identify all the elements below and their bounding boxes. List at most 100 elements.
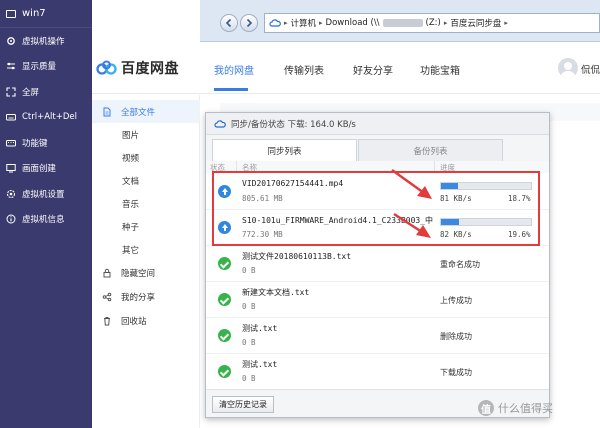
- check-icon: [218, 329, 231, 342]
- vm-menu-label: 虚拟机设置: [22, 189, 65, 200]
- baidu-logo[interactable]: 百度网盘: [96, 58, 179, 78]
- address-bar[interactable]: ▸ 计算机 ▸ Download (\\ (Z:) ▸ 百度云同步盘 ▸: [264, 13, 600, 33]
- arrow-right-icon: [246, 18, 253, 28]
- keyboard-icon: [5, 137, 16, 148]
- check-icon: [218, 257, 231, 270]
- vm-menu-fullscreen[interactable]: 全屏: [0, 79, 92, 105]
- cloud-sync-icon: [214, 119, 226, 128]
- tab-backup-list[interactable]: 备份列表: [358, 139, 503, 161]
- breadcrumb-separator: ▸: [504, 19, 508, 27]
- baidu-cloud-logo-icon: [96, 60, 117, 75]
- vm-title-bar: win7: [0, 0, 92, 28]
- vm-menu-function-keys[interactable]: 功能键: [0, 130, 92, 156]
- watermark: 值 什么值得买: [478, 400, 553, 416]
- explorer-window: ▸ 计算机 ▸ Download (\\ (Z:) ▸ 百度云同步盘 ▸: [200, 0, 600, 42]
- transfer-status: 上传成功: [440, 296, 472, 305]
- gear-icon: [5, 35, 16, 46]
- sidebar-item-my-shares[interactable]: 我的分享: [92, 285, 200, 308]
- transfer-row[interactable]: 测试.txt 0 B 下载成功: [206, 354, 549, 390]
- vm-menu-ctrl-alt-del[interactable]: Ctrl+Alt+Del: [0, 105, 92, 131]
- transfer-row[interactable]: 新建文本文档.txt 0 B 上传成功: [206, 282, 549, 318]
- arrow-left-icon: [225, 18, 232, 28]
- sidebar-item-label: 全部文件: [121, 107, 156, 118]
- vm-menu-vm-info[interactable]: 虚拟机信息: [0, 207, 92, 233]
- dialog-tabs: 同步列表 备份列表: [206, 135, 549, 162]
- vm-side-panel: win7 虚拟机操作 显示质量 全屏 Ctrl+Alt+Del 功能键 画面创建…: [0, 0, 92, 428]
- vm-menu-label: 显示质量: [22, 62, 57, 73]
- tab-sync-list[interactable]: 同步列表: [212, 139, 357, 162]
- check-icon: [218, 365, 231, 378]
- file-icon: [102, 107, 112, 117]
- sidebar-item-images[interactable]: 图片: [92, 123, 200, 146]
- file-name: 新建文本文档.txt: [242, 288, 310, 297]
- tab-friend-share[interactable]: 好友分享: [353, 62, 393, 77]
- vm-menu-display-quality[interactable]: 显示质量: [0, 54, 92, 80]
- transfer-status: 下载成功: [440, 368, 472, 377]
- vm-menu-screen-create[interactable]: 画面创建: [0, 156, 92, 182]
- vm-menu-label: 全屏: [22, 87, 40, 98]
- breadcrumb-folder[interactable]: 百度云同步盘: [450, 17, 501, 29]
- cloud-icon: [269, 19, 281, 27]
- breadcrumb-computer[interactable]: 计算机: [291, 17, 317, 29]
- file-name: 测试.txt: [242, 324, 278, 333]
- transfer-row[interactable]: 测试.txt 0 B 删除成功: [206, 318, 549, 354]
- sidebar-item-videos[interactable]: 视频: [92, 146, 200, 169]
- sidebar-item-label: 视频: [122, 153, 140, 164]
- trash-icon: [102, 316, 112, 326]
- breadcrumb-separator: ▸: [443, 19, 448, 27]
- back-button[interactable]: [220, 14, 238, 32]
- baidu-header: 百度网盘 我的网盘 传输列表 好友分享 功能宝箱 侃侃: [92, 42, 600, 94]
- vm-menu-label: 画面创建: [22, 164, 57, 175]
- sidebar-item-documents[interactable]: 文档: [92, 169, 200, 192]
- transfer-row[interactable]: 测试文件20180610113B.txt 0 B 重命名成功: [206, 246, 549, 282]
- clear-history-button[interactable]: 清空历史记录: [212, 396, 274, 413]
- tab-my-drive[interactable]: 我的网盘: [214, 62, 254, 77]
- vm-menu-vm-operations[interactable]: 虚拟机操作: [0, 28, 92, 54]
- forward-button[interactable]: [240, 14, 258, 32]
- vm-menu-vm-settings[interactable]: 虚拟机设置: [0, 181, 92, 207]
- keyboard-icon: [5, 112, 16, 123]
- sync-status-dialog: 同步/备份状态 下载: 164.0 KB/s 同步列表 备份列表 状态 名称 进…: [205, 112, 550, 418]
- tab-transfer-list[interactable]: 传输列表: [284, 62, 324, 77]
- breadcrumb-drive[interactable]: Download (\\: [326, 18, 380, 28]
- lock-icon: [102, 268, 112, 278]
- sidebar-item-other[interactable]: 其它: [92, 238, 200, 261]
- vm-menu-label: 虚拟机信息: [22, 215, 65, 226]
- sidebar-item-label: 图片: [122, 130, 140, 141]
- dialog-title-bar: 同步/备份状态 下载: 164.0 KB/s: [206, 113, 549, 135]
- active-tab-indicator: [214, 88, 248, 91]
- sidebar-item-label: 其它: [122, 245, 140, 256]
- logo-text: 百度网盘: [121, 61, 179, 77]
- sidebar-item-recycle-bin[interactable]: 回收站: [92, 309, 200, 332]
- sidebar-item-hidden-space[interactable]: 隐藏空间: [92, 261, 200, 284]
- vm-menu-label: Ctrl+Alt+Del: [22, 112, 78, 123]
- tab-toolbox[interactable]: 功能宝箱: [420, 62, 460, 77]
- sliders-icon: [5, 61, 16, 72]
- breadcrumb-separator: ▸: [319, 19, 323, 27]
- sidebar-item-label: 回收站: [121, 316, 147, 327]
- breadcrumb-drive-letter[interactable]: (Z:): [426, 18, 441, 28]
- dialog-title: 同步/备份状态 下载: 164.0 KB/s: [231, 119, 356, 130]
- check-icon: [218, 293, 231, 306]
- file-size: 0 B: [242, 338, 256, 347]
- share-icon: [102, 292, 112, 302]
- sidebar-item-music[interactable]: 音乐: [92, 192, 200, 215]
- vm-menu-label: 虚拟机操作: [22, 36, 65, 47]
- vm-title: win7: [22, 8, 46, 19]
- sidebar-item-label: 隐藏空间: [121, 268, 156, 279]
- highlight-box: [212, 171, 540, 246]
- sidebar-item-label: 音乐: [122, 199, 140, 210]
- sidebar-item-label: 我的分享: [121, 292, 156, 303]
- sidebar-item-torrents[interactable]: 种子: [92, 215, 200, 238]
- tab-label: 同步列表: [267, 147, 302, 157]
- breadcrumb-separator: ▸: [284, 19, 288, 27]
- fullscreen-icon: [5, 86, 16, 97]
- monitor-icon: [6, 9, 16, 18]
- transfer-status: 删除成功: [440, 332, 472, 341]
- vm-menu-label: 功能键: [22, 138, 48, 149]
- sidebar-item-all-files[interactable]: 全部文件: [92, 100, 200, 123]
- settings-icon: [5, 188, 16, 199]
- username[interactable]: 侃侃: [581, 62, 600, 76]
- avatar[interactable]: [558, 58, 578, 78]
- file-name: 测试文件20180610113B.txt: [242, 252, 352, 261]
